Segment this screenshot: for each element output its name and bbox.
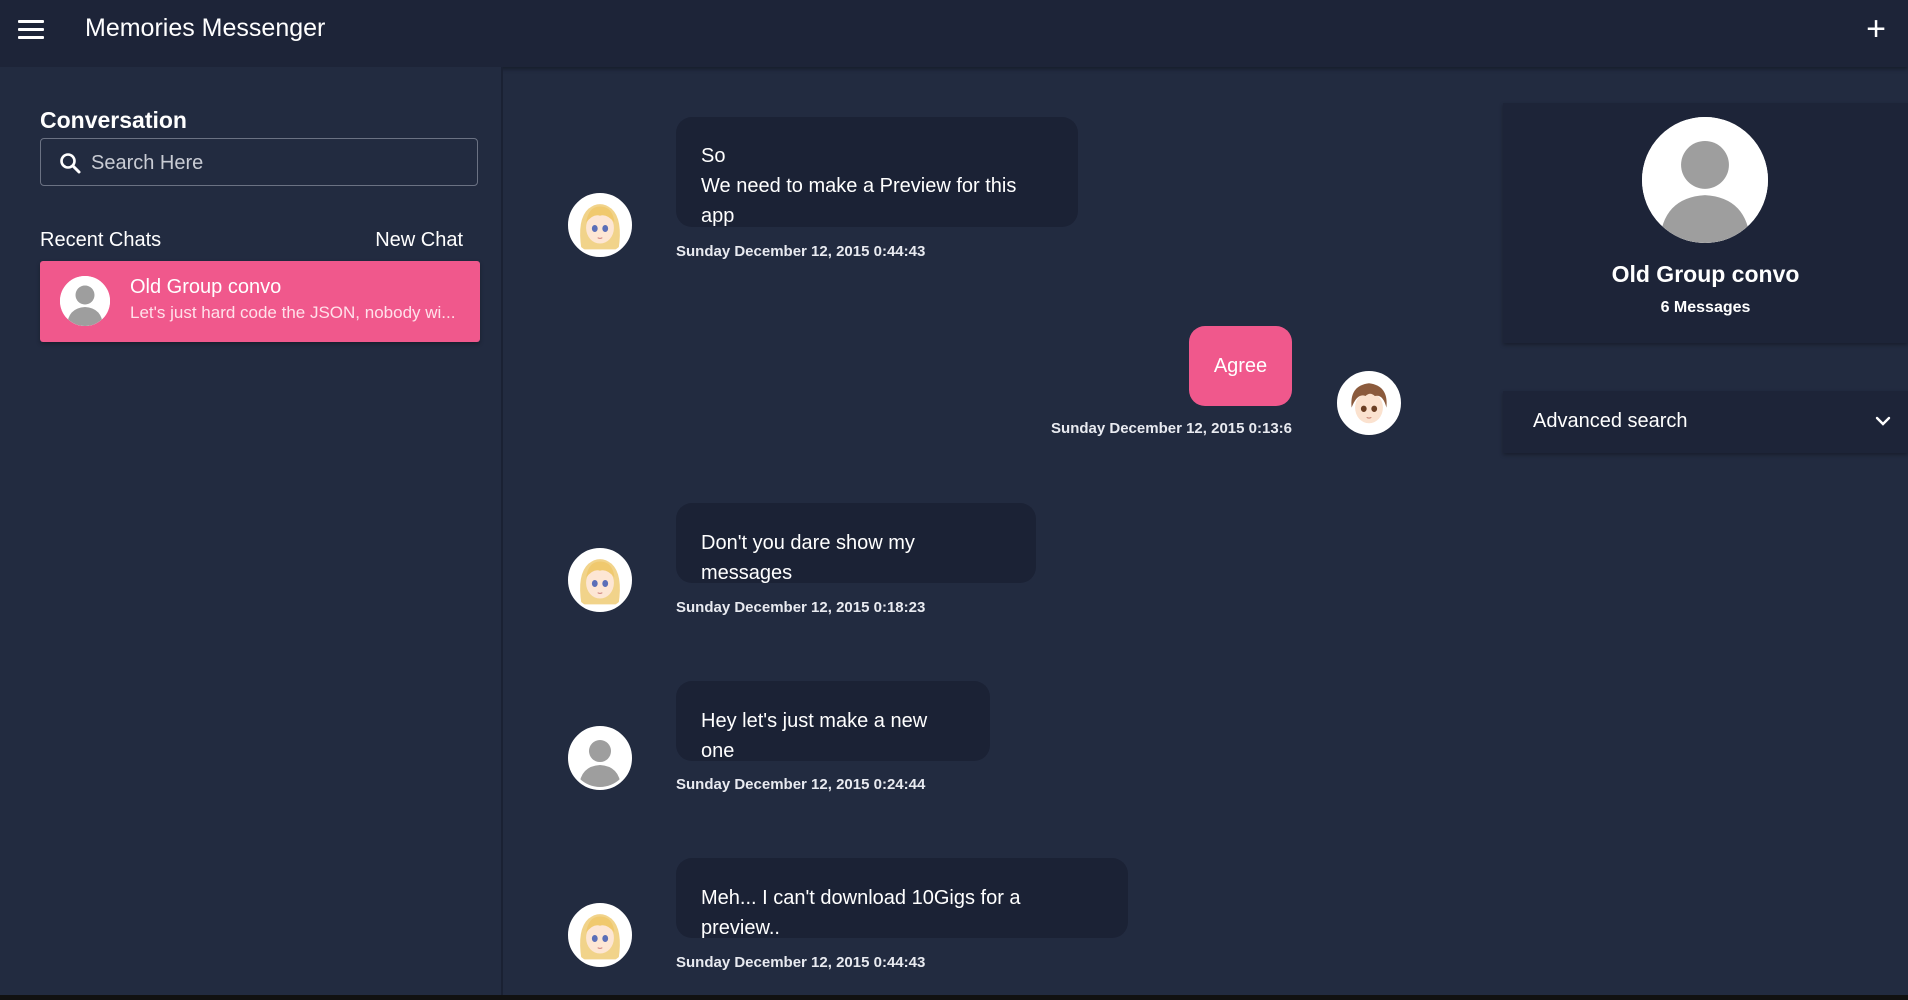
message-thread: So We need to make a Preview for this ap… bbox=[503, 67, 1468, 995]
conversation-heading: Conversation bbox=[40, 107, 187, 133]
message-bubble: Agree bbox=[1189, 326, 1292, 406]
message-text: Meh... I can't download 10Gigs for a pre… bbox=[701, 887, 1021, 939]
avatar bbox=[60, 276, 110, 326]
avatar bbox=[568, 903, 632, 967]
message-timestamp: Sunday December 12, 2015 0:44:43 bbox=[676, 243, 926, 260]
message-bubble: Don't you dare show my messages bbox=[676, 503, 1036, 584]
avatar bbox=[568, 548, 632, 612]
search-box[interactable] bbox=[40, 138, 478, 187]
message-bubble: Hey let's just make a new one bbox=[676, 681, 990, 762]
message-text: Hey let's just make a new one bbox=[701, 710, 928, 762]
advanced-search-toggle[interactable]: Advanced search bbox=[1503, 391, 1908, 453]
profile-card: Old Group convo 6 Messages bbox=[1503, 103, 1908, 343]
profile-name: Old Group convo bbox=[1611, 261, 1800, 287]
message-bubble: Meh... I can't download 10Gigs for a pre… bbox=[676, 858, 1128, 939]
message-count: 6 Messages bbox=[1660, 299, 1751, 316]
avatar bbox=[568, 193, 632, 257]
search-icon bbox=[60, 153, 81, 174]
message-timestamp: Sunday December 12, 2015 0:24:44 bbox=[676, 776, 926, 793]
avatar bbox=[568, 726, 632, 790]
conversation-sidebar: Conversation Recent Chats New Chat Old G… bbox=[0, 67, 503, 995]
message-timestamp: Sunday December 12, 2015 0:13:6 bbox=[1051, 420, 1292, 437]
message-text: Don't you dare show my messages bbox=[701, 532, 915, 584]
recent-chats-label: Recent Chats bbox=[40, 229, 162, 251]
message-text: We need to make a Preview for this app bbox=[701, 175, 1017, 227]
message-text: Agree bbox=[1213, 355, 1268, 377]
new-chat-button[interactable]: New Chat bbox=[375, 229, 463, 252]
app-title: Memories Messenger bbox=[85, 14, 326, 42]
advanced-search-label: Advanced search bbox=[1533, 410, 1688, 432]
avatar bbox=[1337, 371, 1401, 435]
message-timestamp: Sunday December 12, 2015 0:18:23 bbox=[676, 599, 926, 616]
message-timestamp: Sunday December 12, 2015 0:44:43 bbox=[676, 954, 926, 971]
message-text: So bbox=[701, 145, 726, 167]
conversation-info-panel: Old Group convo 6 Messages Advanced sear… bbox=[1470, 67, 1908, 995]
avatar bbox=[1642, 117, 1768, 243]
app-bar: Memories Messenger + bbox=[0, 0, 1908, 67]
chat-list-item[interactable]: Old Group convo Let's just hard code the… bbox=[40, 261, 480, 342]
chevron-down-icon bbox=[1875, 416, 1891, 426]
message-bubble: So We need to make a Preview for this ap… bbox=[676, 117, 1078, 227]
chat-name: Old Group convo bbox=[130, 276, 282, 298]
search-input[interactable] bbox=[89, 139, 473, 187]
taskbar bbox=[0, 995, 1908, 1000]
chat-preview: Let's just hard code the JSON, nobody wi… bbox=[130, 303, 456, 322]
plus-icon[interactable]: + bbox=[1866, 12, 1886, 46]
menu-icon[interactable] bbox=[18, 20, 44, 40]
